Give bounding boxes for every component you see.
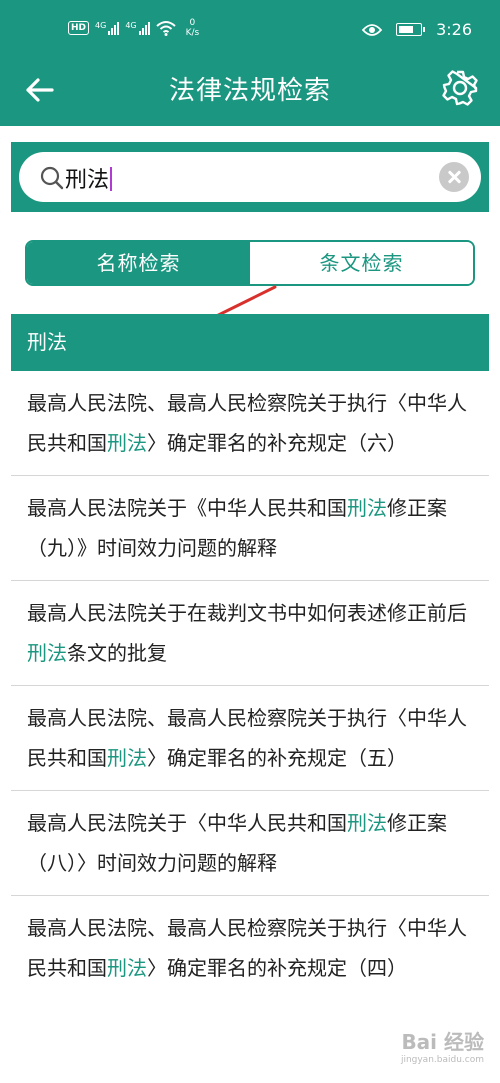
clock: 3:26 xyxy=(436,20,472,39)
network-type-1: 4G xyxy=(95,21,107,30)
search-input[interactable]: 刑法 xyxy=(19,152,481,202)
signal-icon: 4G xyxy=(95,21,120,35)
search-bar: 刑法 xyxy=(11,142,489,212)
tab-name-search[interactable]: 名称检索 xyxy=(27,242,250,284)
text-caret xyxy=(110,167,113,191)
list-item[interactable]: 最高人民法院关于在裁判文书中如何表述修正前后刑法条文的批复 xyxy=(11,581,489,686)
list-item[interactable]: 最高人民法院、最高人民检察院关于执行〈中华人民共和国刑法〉确定罪名的补充规定（六… xyxy=(11,371,489,476)
app-header: HD 4G 4G 0 K/s 3:26 法律法规检索 xyxy=(0,0,500,126)
speed-value: 0 xyxy=(189,18,196,28)
eye-icon xyxy=(362,23,383,36)
keyword-highlight: 刑法 xyxy=(347,811,387,835)
navbar: 法律法规检索 xyxy=(0,60,500,126)
status-right: 3:26 xyxy=(362,20,472,39)
signal-icon-2: 4G xyxy=(125,21,150,35)
hd-badge: HD xyxy=(68,21,90,35)
clear-icon[interactable] xyxy=(439,162,469,192)
search-query: 刑法 xyxy=(65,162,113,194)
result-list: 最高人民法院、最高人民检察院关于执行〈中华人民共和国刑法〉确定罪名的补充规定（六… xyxy=(11,371,489,1021)
watermark: Bai 经验 jingyan.baidu.com xyxy=(400,1032,484,1069)
section-header: 刑法 xyxy=(11,314,489,371)
keyword-highlight: 刑法 xyxy=(27,641,67,665)
status-left: HD 4G 4G 0 K/s xyxy=(68,18,199,38)
search-mode-tabs: 名称检索 条文检索 xyxy=(25,240,475,286)
tab-article-search[interactable]: 条文检索 xyxy=(250,242,473,284)
list-item[interactable]: 最高人民法院、最高人民检察院关于执行〈中华人民共和国刑法〉确定罪名的补充规定（四… xyxy=(11,896,489,1021)
list-item[interactable]: 最高人民法院关于〈中华人民共和国刑法修正案（八）〉时间效力问题的解释 xyxy=(11,791,489,896)
network-type-2: 4G xyxy=(125,21,137,30)
list-item[interactable]: 最高人民法院、最高人民检察院关于执行〈中华人民共和国刑法〉确定罪名的补充规定（五… xyxy=(11,686,489,791)
gear-icon[interactable] xyxy=(440,68,480,108)
search-icon xyxy=(40,166,64,190)
battery-icon xyxy=(396,23,426,36)
wifi-icon xyxy=(155,21,176,36)
keyword-highlight: 刑法 xyxy=(347,496,387,520)
keyword-highlight: 刑法 xyxy=(107,746,147,770)
keyword-highlight: 刑法 xyxy=(107,956,147,980)
search-value: 刑法 xyxy=(65,168,110,193)
speed-unit: K/s xyxy=(185,28,200,38)
page-title: 法律法规检索 xyxy=(168,76,331,106)
status-bar: HD 4G 4G 0 K/s 3:26 xyxy=(0,0,500,60)
list-item[interactable]: 最高人民法院关于《中华人民共和国刑法修正案（九）》时间效力问题的解释 xyxy=(11,476,489,581)
network-speed: 0 K/s xyxy=(186,18,200,38)
keyword-highlight: 刑法 xyxy=(107,431,147,455)
watermark-url: jingyan.baidu.com xyxy=(400,1055,484,1065)
